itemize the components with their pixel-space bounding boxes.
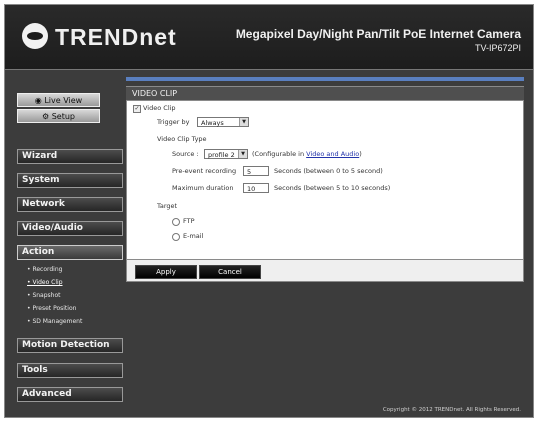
sidebar-subitem-recording[interactable]: • Recording — [27, 266, 62, 274]
video-clip-panel: ✓ Video Clip Trigger by Always ▼ Video C… — [126, 100, 524, 260]
pre-event-label: Pre-event recording — [172, 167, 237, 175]
cancel-button[interactable]: Cancel — [199, 265, 261, 279]
email-label: E-mail — [183, 232, 204, 240]
apply-button[interactable]: Apply — [135, 265, 197, 279]
copyright-text: Copyright © 2012 TRENDnet. All Rights Re… — [382, 407, 521, 413]
page-title: VIDEO CLIP — [126, 86, 524, 100]
sidebar-item-video-audio[interactable]: Video/Audio — [17, 221, 123, 236]
product-model: TV-IP672PI — [474, 43, 521, 53]
source-value: profile 2 — [208, 151, 235, 159]
source-select[interactable]: profile 2 ▼ — [204, 149, 248, 159]
max-duration-note: Seconds (between 5 to 10 seconds) — [274, 184, 391, 192]
trendnet-logo-icon — [22, 23, 48, 49]
sidebar-item-motion-detection[interactable]: Motion Detection — [17, 338, 123, 353]
source-note: (Configurable in Video and Audio) — [252, 150, 362, 159]
ftp-label: FTP — [183, 217, 195, 225]
live-view-label: Live View — [44, 96, 83, 105]
pre-event-input[interactable]: 5 — [243, 166, 269, 176]
brand-logo-text: TRENDnet — [55, 24, 177, 50]
sidebar-item-network[interactable]: Network — [17, 197, 123, 212]
sidebar-item-tools[interactable]: Tools — [17, 363, 123, 378]
setup-label: Setup — [51, 112, 75, 121]
video-and-audio-link[interactable]: Video and Audio — [306, 150, 359, 158]
email-radio[interactable] — [172, 233, 180, 241]
sidebar-item-advanced[interactable]: Advanced — [17, 387, 123, 402]
product-title: Megapixel Day/Night Pan/Tilt PoE Interne… — [235, 27, 521, 41]
ftp-radio[interactable] — [172, 218, 180, 226]
source-note-suffix: ) — [359, 150, 362, 158]
chevron-down-icon: ▼ — [239, 118, 248, 126]
setup-button[interactable]: ⚙ Setup — [17, 109, 100, 123]
sidebar-subitem-video-clip[interactable]: • Video Clip — [27, 279, 63, 287]
target-label: Target — [157, 202, 178, 210]
chevron-down-icon: ▼ — [238, 150, 247, 158]
content-area: VIDEO CLIP ✓ Video Clip Trigger by Alway… — [126, 77, 524, 291]
source-note-prefix: (Configurable in — [252, 150, 307, 158]
trigger-by-label: Trigger by — [157, 118, 190, 126]
sidebar-item-system[interactable]: System — [17, 173, 123, 188]
gear-icon: ⚙ — [41, 112, 52, 121]
app-window: TRENDnet Megapixel Day/Night Pan/Tilt Po… — [4, 4, 534, 418]
source-label: Source : — [172, 150, 199, 158]
sidebar-subitem-sd-management[interactable]: • SD Management — [27, 318, 82, 326]
sidebar-subitem-preset-position[interactable]: • Preset Position — [27, 305, 76, 313]
header: TRENDnet Megapixel Day/Night Pan/Tilt Po… — [5, 5, 533, 70]
action-bar: Apply Cancel — [126, 260, 524, 282]
max-duration-label: Maximum duration — [172, 184, 234, 192]
trigger-by-select[interactable]: Always ▼ — [197, 117, 249, 127]
eye-icon: ◉ — [34, 96, 45, 105]
sidebar-item-wizard[interactable]: Wizard — [17, 149, 123, 164]
sidebar-item-action[interactable]: Action — [17, 245, 123, 260]
max-duration-input[interactable]: 10 — [243, 183, 269, 193]
live-view-button[interactable]: ◉ Live View — [17, 93, 100, 107]
video-clip-label: Video Clip — [143, 104, 176, 112]
sidebar-subitem-snapshot[interactable]: • Snapshot — [27, 292, 61, 300]
trigger-by-value: Always — [201, 119, 224, 127]
pre-event-note: Seconds (between 0 to 5 second) — [274, 167, 383, 175]
video-clip-checkbox[interactable]: ✓ — [133, 105, 141, 113]
video-clip-type-heading: Video Clip Type — [157, 135, 207, 143]
content-accent-bar — [126, 77, 524, 81]
